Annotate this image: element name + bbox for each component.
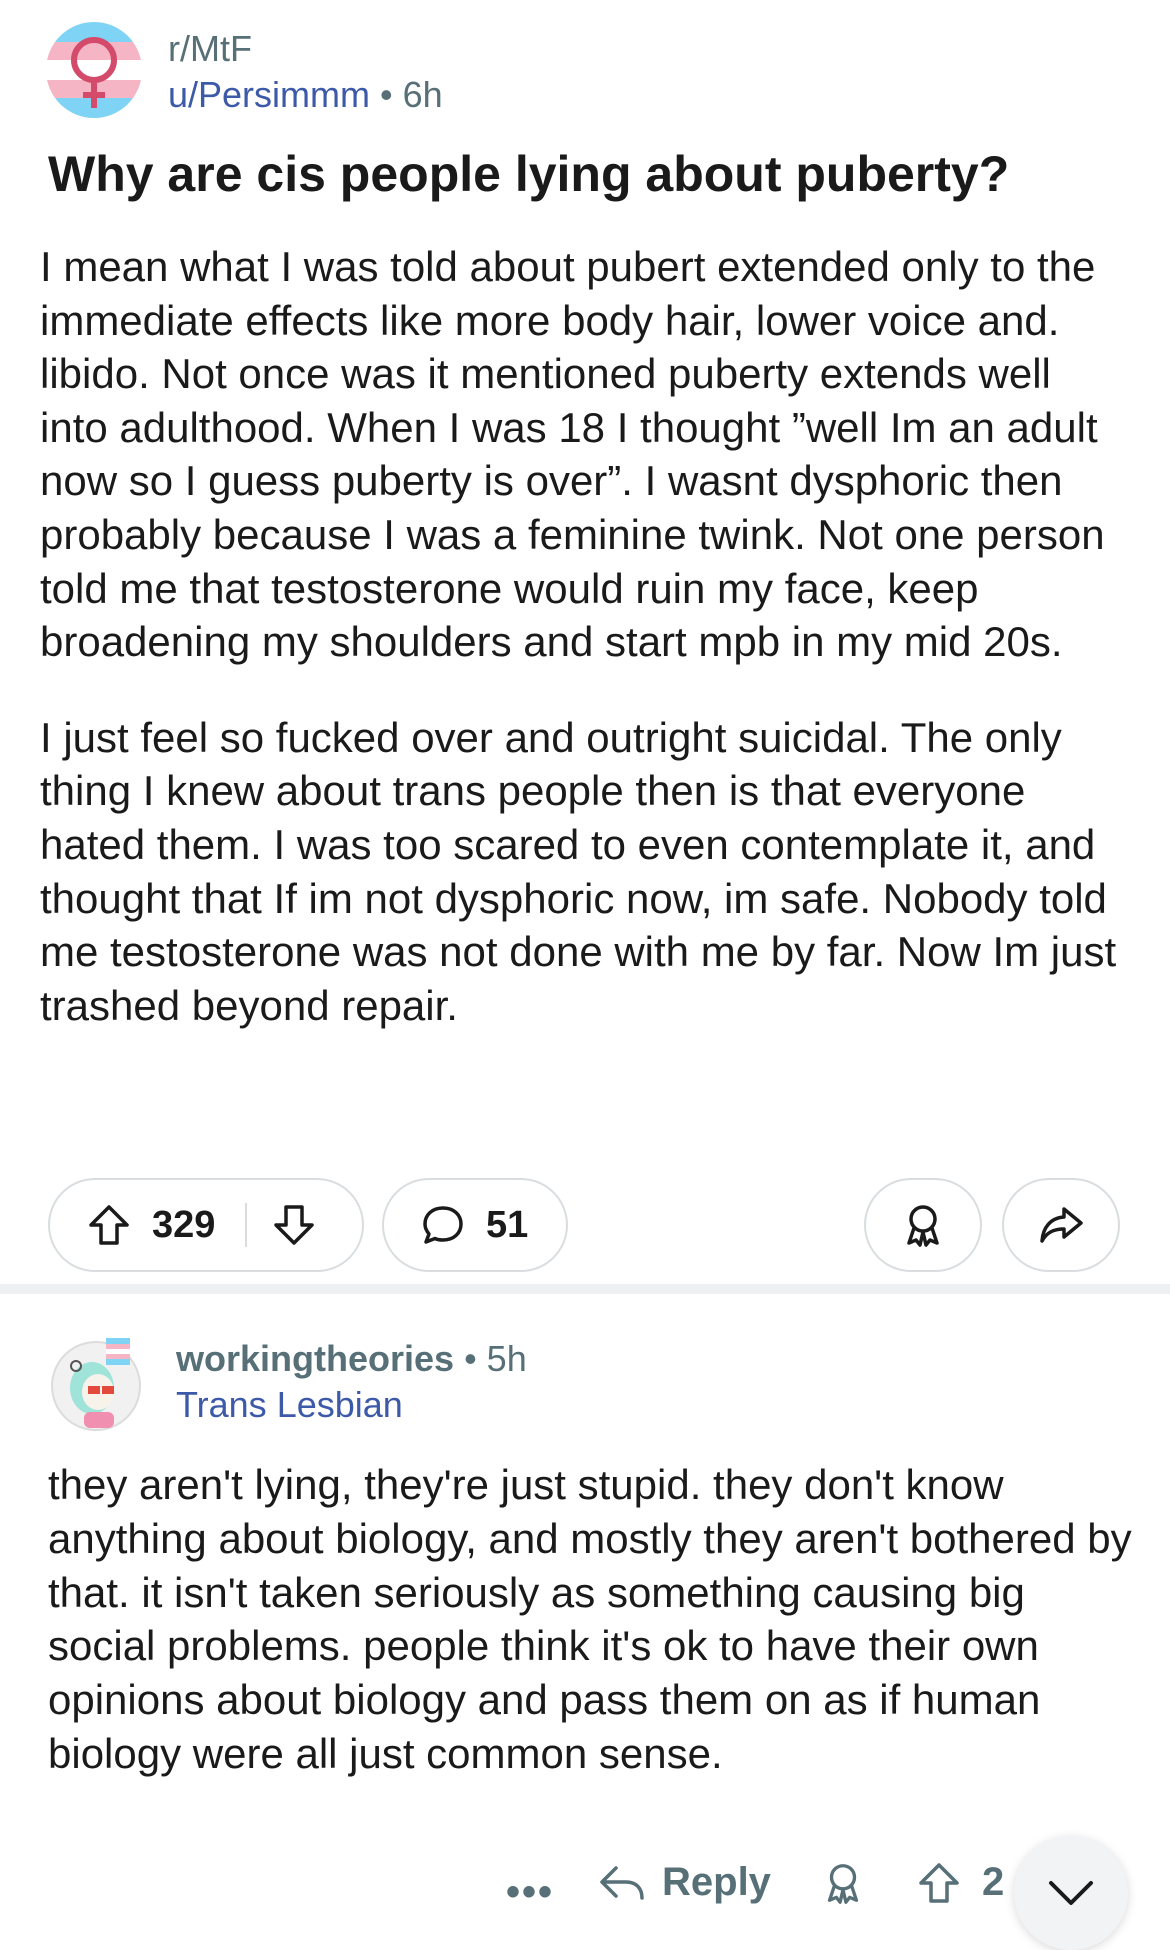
meta-dot: •	[380, 74, 393, 115]
post-title: Why are cis people lying about puberty?	[48, 146, 1010, 202]
more-options-button[interactable]: •••	[506, 1870, 554, 1915]
share-arrow-icon	[1040, 1207, 1083, 1243]
award-icon	[907, 1205, 939, 1247]
post-author[interactable]: u/Persimmm	[168, 74, 370, 115]
post-meta: u/Persimmm • 6h	[168, 74, 443, 116]
commenter-avatar[interactable]	[48, 1336, 144, 1432]
award-button[interactable]	[864, 1178, 982, 1272]
trans-flag-venus-icon	[46, 22, 142, 118]
upvote-button[interactable]	[86, 1202, 132, 1248]
upvote-count: 329	[152, 1203, 216, 1246]
post-body: I mean what I was told about pubert exte…	[40, 240, 1130, 1032]
user-flair: Trans Lesbian	[176, 1384, 403, 1425]
subreddit-avatar[interactable]	[46, 22, 142, 118]
speech-bubble-icon	[420, 1202, 466, 1248]
vote-control: 329	[48, 1178, 364, 1272]
post-paragraph: I mean what I was told about pubert exte…	[40, 243, 1105, 666]
share-button[interactable]	[1002, 1178, 1120, 1272]
comment-award-button[interactable]	[820, 1860, 866, 1906]
comment-author[interactable]: workingtheories	[176, 1338, 454, 1379]
award-icon	[827, 1864, 859, 1904]
post-age: 6h	[402, 74, 443, 115]
comment-body: they aren't lying, they're just stupid. …	[48, 1461, 1132, 1777]
chevron-down-icon	[1049, 1881, 1093, 1905]
comment-upvote-button[interactable]	[916, 1860, 962, 1906]
comment-upvote-count: 2	[982, 1860, 1005, 1904]
post-paragraph: I just feel so fucked over and outright …	[40, 713, 1117, 1029]
arrow-up-icon	[89, 1205, 129, 1245]
reply-arrow-icon[interactable]	[596, 1860, 646, 1906]
section-divider	[0, 1284, 1170, 1294]
scroll-down-button[interactable]	[1014, 1836, 1128, 1950]
arrow-up-icon	[919, 1863, 959, 1903]
comment-meta: workingtheories • 5h	[176, 1338, 527, 1380]
meta-dot: •	[464, 1338, 477, 1379]
arrow-down-icon	[274, 1205, 315, 1245]
vote-separator	[245, 1203, 248, 1247]
reply-button[interactable]: Reply	[662, 1860, 771, 1905]
comments-button[interactable]: 51	[382, 1178, 568, 1272]
comment-count: 51	[486, 1203, 529, 1246]
downvote-button[interactable]	[271, 1202, 317, 1248]
subreddit-name[interactable]: r/MtF	[168, 28, 252, 70]
comment-age: 5h	[486, 1338, 527, 1379]
